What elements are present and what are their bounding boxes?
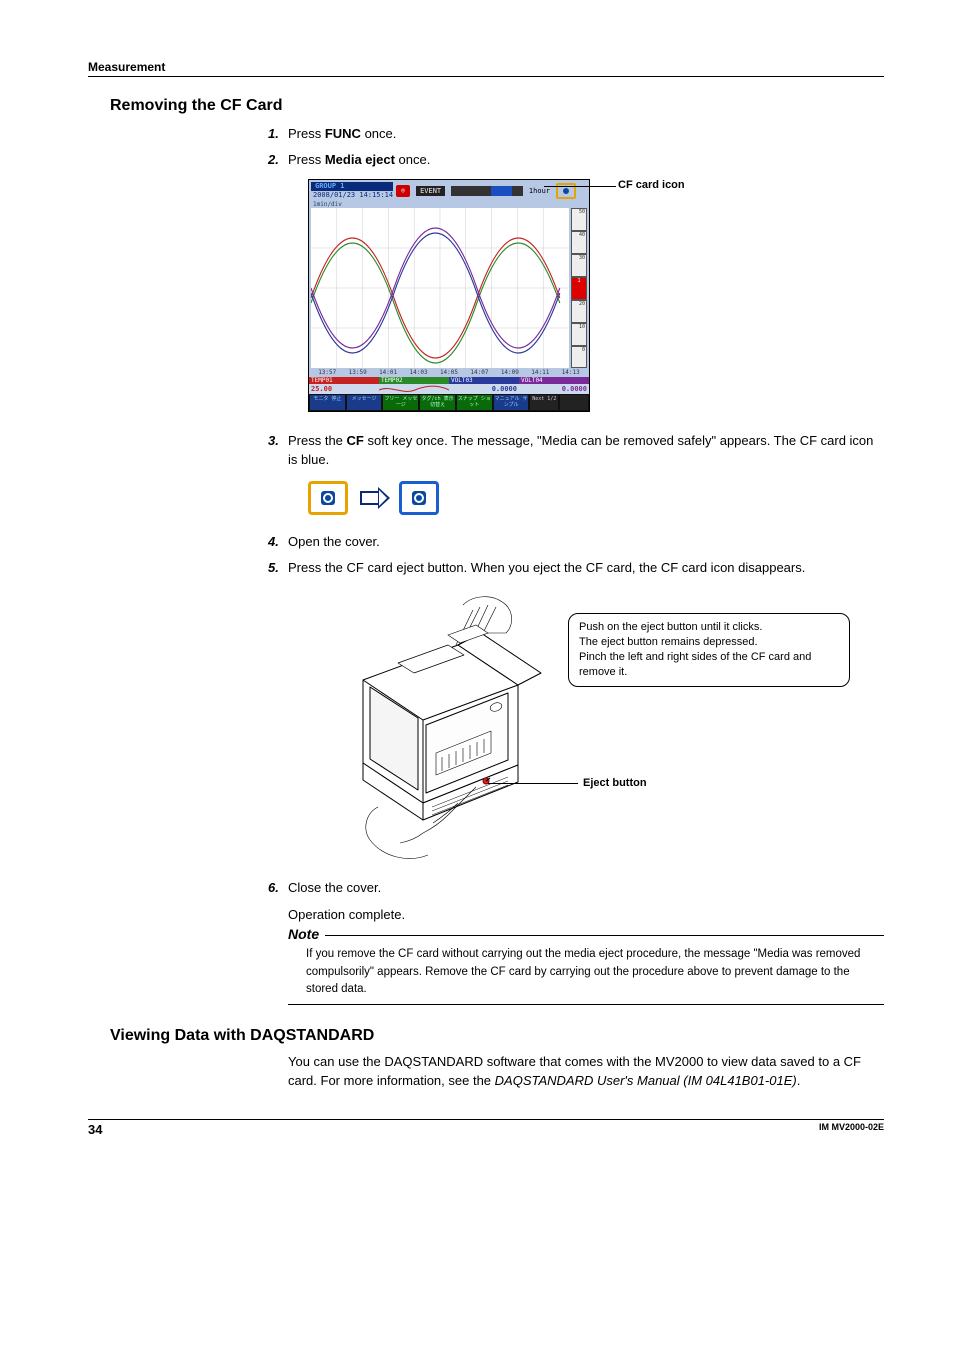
timespan-label: 1hour bbox=[529, 187, 550, 195]
channel-values: 25.00 0.0000 0.0000 bbox=[309, 384, 589, 394]
alarm-lamp-icon: ◎ bbox=[396, 185, 410, 197]
step-text: Press the CF card eject button. When you… bbox=[288, 560, 805, 575]
step-1: 1. Press FUNC once. bbox=[288, 125, 884, 143]
right-scale: 504030120100 bbox=[571, 208, 587, 368]
cf-card-icon bbox=[556, 183, 576, 199]
step-4: 4. Open the cover. bbox=[288, 533, 884, 551]
progress-bar bbox=[451, 186, 523, 196]
device-screenshot: GROUP 1 2008/01/23 14:15:14 ◎ EVENT 1hou… bbox=[308, 179, 884, 412]
time-axis: 13:5713:5914:0114:0314:0514:0714:0914:11… bbox=[309, 368, 589, 377]
section-title-removing: Removing the CF Card bbox=[110, 97, 884, 115]
step-num: 5. bbox=[268, 559, 279, 577]
event-badge: EVENT bbox=[416, 186, 445, 196]
page-number: 34 bbox=[88, 1122, 102, 1137]
note-heading: Note bbox=[288, 926, 325, 942]
step-5: 5. Press the CF card eject button. When … bbox=[288, 559, 884, 577]
channel-headers: TEMP01 TEMP02 VOLT03 VOLT04 bbox=[309, 377, 589, 384]
eject-instruction-callout: Push on the eject button until it clicks… bbox=[568, 613, 850, 686]
step-num: 6. bbox=[268, 879, 279, 897]
step-text: Close the cover. bbox=[288, 880, 381, 895]
page-footer: 34 IM MV2000-02E bbox=[88, 1119, 884, 1137]
screen-datetime: 2008/01/23 14:15:14 bbox=[313, 191, 393, 199]
step-text: Open the cover. bbox=[288, 534, 380, 549]
step-2: 2. Press Media eject once. bbox=[288, 151, 884, 169]
section-title-daqstandard: Viewing Data with DAQSTANDARD bbox=[110, 1027, 884, 1045]
cf-icon-transition bbox=[308, 481, 884, 515]
operation-complete: Operation complete. bbox=[288, 907, 884, 922]
waveform-plot: 504030120100 bbox=[311, 208, 569, 368]
arrow-icon bbox=[360, 487, 387, 509]
running-header: Measurement bbox=[88, 60, 884, 77]
document-id: IM MV2000-02E bbox=[819, 1122, 884, 1137]
step-text: Press the CF soft key once. The message,… bbox=[288, 433, 873, 466]
step-6: 6. Close the cover. bbox=[288, 879, 884, 897]
screen-group-label: GROUP 1 bbox=[311, 182, 393, 191]
scale-label: 1min/div bbox=[309, 201, 589, 208]
step-num: 4. bbox=[268, 533, 279, 551]
step-num: 2. bbox=[268, 151, 279, 169]
device-diagram: Push on the eject button until it clicks… bbox=[308, 585, 884, 865]
cf-icon-blue bbox=[399, 481, 439, 515]
note-block: Note If you remove the CF card without c… bbox=[288, 926, 884, 1005]
step-text: Press FUNC once. bbox=[288, 126, 396, 141]
eject-button-label: Eject button bbox=[583, 777, 647, 789]
step-text: Press Media eject once. bbox=[288, 152, 430, 167]
step-num: 1. bbox=[268, 125, 279, 143]
step-3: 3. Press the CF soft key once. The messa… bbox=[288, 432, 884, 468]
step-num: 3. bbox=[268, 432, 279, 450]
cf-icon-orange bbox=[308, 481, 348, 515]
daqstandard-paragraph: You can use the DAQSTANDARD software tha… bbox=[288, 1053, 884, 1091]
softkey-row: モニタ 停止 メッセージ フリー メッセージ タグ/ch 表示切替え スナップ … bbox=[309, 394, 589, 411]
note-text: If you remove the CF card without carryi… bbox=[288, 944, 884, 1005]
cf-icon-callout-label: CF card icon bbox=[618, 179, 685, 191]
